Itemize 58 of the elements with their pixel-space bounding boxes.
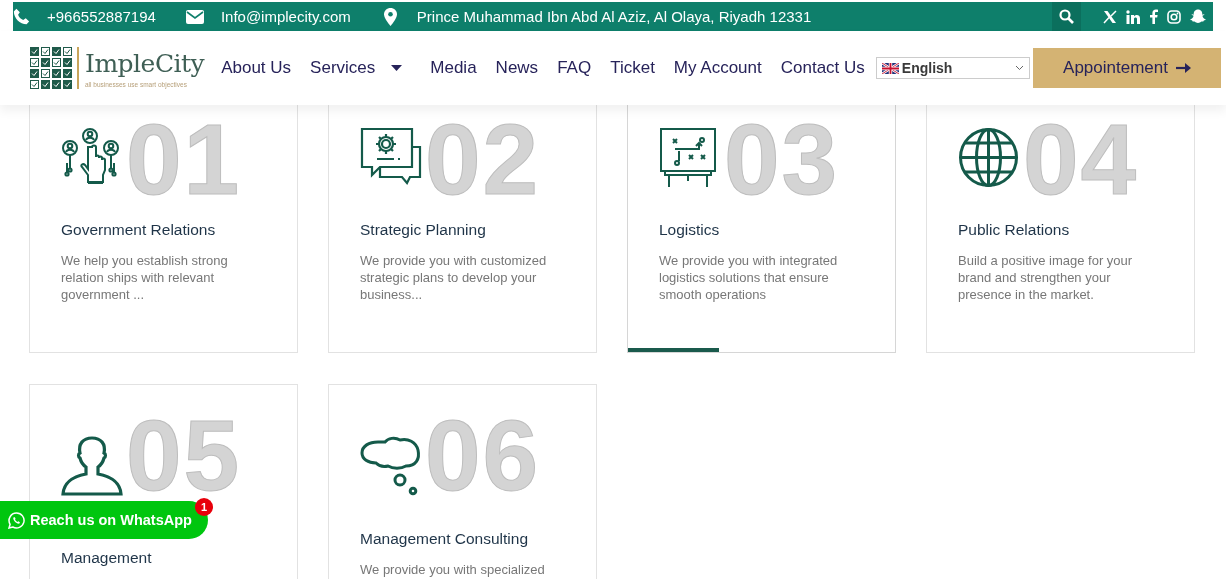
card-number: 02 [425,119,541,199]
phone-icon [13,8,30,25]
card-description: We provide you with specialized [360,561,546,578]
checkbox-grid-logo-icon [30,47,72,89]
search-icon [1059,9,1074,24]
card-number: 04 [1023,119,1139,199]
appointment-button[interactable]: Appointement [1033,48,1221,88]
card-description: We provide you with integrated logistics solutions that ensure smooth operations [659,252,839,303]
card-title: Government Relations [61,220,217,239]
flag-icon [881,62,899,74]
nav-link[interactable]: About Us [221,58,292,78]
email-link[interactable]: Info@implecity.com [220,8,351,25]
card-number: 03 [724,119,840,199]
ghost-icon[interactable] [1190,9,1206,24]
card-title: Public Relations [958,220,1071,239]
nav-link[interactable]: Media [430,58,477,78]
card-title: Management Consulting [360,529,530,548]
strategy-board-icon [659,127,717,189]
facebook-icon[interactable] [1149,9,1158,24]
card-title: Strategic Planning [360,220,487,239]
nav-link[interactable]: FAQ [557,58,592,78]
person-silhouette-icon [61,436,123,496]
nav-link[interactable]: News [495,58,539,78]
card-description: We help you establish strong relation ships with relevant government ... [61,252,229,303]
service-card[interactable]: 02 Strategic Planning We provide you with customized strategic plans to develop your business... [328,105,597,353]
nav-link[interactable]: My Account [673,58,762,78]
service-card[interactable]: 06 Management Consulting We provide you with specialized [328,384,597,579]
phone-number[interactable]: +966552887194 [47,8,156,25]
location-pin-icon [383,7,397,26]
nav-link[interactable]: Contact Us [780,58,865,78]
caret-down-icon [391,65,403,71]
chat-gear-icon [360,127,422,187]
instagram-icon[interactable] [1167,9,1181,24]
arrow-right-icon [1175,63,1191,73]
search-button[interactable] [1052,2,1081,31]
logo-text[interactable]: ImpleCity [85,48,205,79]
mail-icon [185,9,204,24]
card-description: We provide you with customized strategic plans to develop your business... [360,252,548,303]
card-title: Management [61,548,153,567]
whatsapp-icon [8,511,25,529]
nav-link[interactable]: Services [310,58,412,78]
service-card[interactable]: 01 Government Relations We help you establish strong relation ships with relevant government ... [29,105,298,353]
thought-bubble-icon [360,436,422,498]
card-number: 06 [425,415,541,495]
card-title: Logistics [659,220,721,239]
nav-link[interactable]: Ticket [610,58,655,78]
service-card[interactable]: 03 Logistics We provide you with integrated logistics solutions that ensure smooth operations [627,105,896,353]
card-number: 01 [126,119,242,199]
linkedin-icon[interactable] [1126,9,1140,24]
people-hand-icon [61,127,121,187]
x-icon[interactable] [1103,9,1117,24]
card-description: Build a positive image for your brand and strengthen your presence in the market. [958,252,1134,303]
globe-icon [958,127,1019,188]
address-text: Prince Muhammad Ibn Abd Al Aziz, Al Olaya, Riyadh 12331 [416,8,812,25]
chevron-down-icon [1014,65,1024,71]
card-number: 05 [126,415,242,495]
language-select[interactable]: English [875,57,1030,79]
service-card[interactable]: 04 Public Relations Build a positive image for your brand and strengthen your presence in the market. [926,105,1195,353]
